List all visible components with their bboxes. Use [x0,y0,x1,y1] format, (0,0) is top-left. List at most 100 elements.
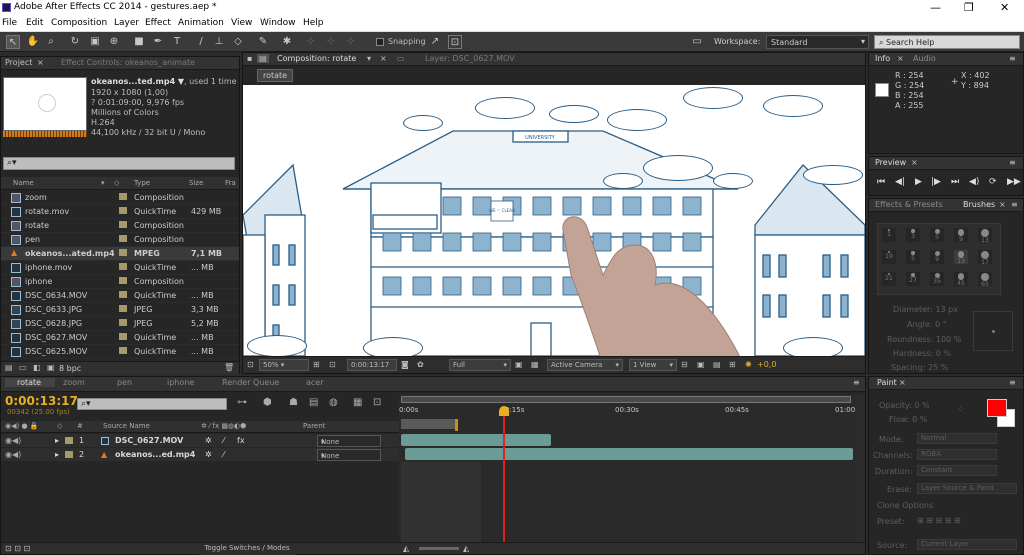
exposure-icon[interactable]: ✺ [745,360,752,369]
panel-menu-icon[interactable]: ≡ [1009,378,1016,387]
brush-tip[interactable]: 45 [954,272,968,287]
brush-tip[interactable]: 1 [882,228,896,242]
paint-erase-dropdown[interactable]: Layer Source & Paint [917,483,1017,494]
axis-world-icon[interactable]: ⊹ [324,35,338,49]
resolution-dropdown[interactable]: Full ▾ [449,359,511,371]
visibility-icon[interactable]: ◉◀) [5,450,21,459]
quality-switch-icon[interactable]: ⁄ [223,450,224,459]
label-color-swatch[interactable] [119,221,127,228]
brush-tip[interactable]: 3 [906,228,920,242]
new-comp-icon[interactable]: ◧ [33,363,41,372]
current-time-indicator[interactable] [503,408,505,544]
visibility-icon[interactable]: ◉◀) [5,436,21,445]
zoom-out-icon[interactable]: ◭ [403,544,409,553]
brush-tip[interactable]: 21 [882,272,896,286]
brush-tip[interactable]: 13 [978,228,992,244]
close-icon[interactable]: × [999,200,1006,209]
menu-layer[interactable]: Layer [114,18,139,28]
search-help-input[interactable]: ⌕ Search Help [874,35,1020,49]
trash-icon[interactable]: 🗑 [224,363,234,372]
snap-options-icon[interactable]: ↗ [428,35,442,49]
label-color-swatch[interactable] [119,333,127,340]
project-item-row[interactable]: DSC_0633.JPG JPEG 3,3 MB [1,303,239,317]
camera-view-dropdown[interactable]: Active Camera ▾ [547,359,623,371]
mute-audio-icon[interactable]: ◀) [969,177,979,187]
project-item-row[interactable]: rotate.mov QuickTime 429 MB [1,205,239,219]
project-search-input[interactable]: ⌕▾ [3,157,235,170]
current-time-display[interactable]: 0:00:13:17 [347,359,397,371]
expand-arrow-icon[interactable]: ▸ [55,450,59,459]
playhead-handle[interactable] [499,406,509,416]
project-item-row[interactable]: zoom Composition [1,191,239,205]
tab-info[interactable]: Info [875,54,890,63]
last-frame-icon[interactable]: ⏭ [951,177,959,187]
workspace-dropdown[interactable]: Standard ▾ [766,35,869,49]
snap-edges-icon[interactable]: ⊡ [448,35,462,49]
fast-previews-icon[interactable]: ▣ [697,360,705,369]
tab-acer[interactable]: acer [306,378,324,387]
axis-view-icon[interactable]: ⊹ [344,35,358,49]
menu-composition[interactable]: Composition [51,18,107,28]
tab-effects-presets[interactable]: Effects & Presets [875,200,943,209]
label-color-swatch[interactable] [119,305,127,312]
collapse-switch-icon[interactable]: ✲ [205,436,212,445]
minimize-button[interactable]: — [930,1,941,14]
menu-help[interactable]: Help [303,18,324,28]
previous-frame-icon[interactable]: ◀| [895,177,905,187]
composition-viewer[interactable]: WE ♡ CLEAN UNIVERSITY [243,85,865,356]
project-item-row[interactable]: ▲ okeanos...ated.mp4 MPEG 7,1 MB [1,247,239,261]
tab-zoom[interactable]: zoom [63,378,85,387]
loop-icon[interactable]: ⟳ [989,177,997,187]
maximize-button[interactable]: ❐ [964,1,974,14]
tab-audio[interactable]: Audio [913,54,936,63]
eraser-tool-icon[interactable]: ◇ [231,35,245,49]
rotate-tool-icon[interactable]: ↻ [68,35,82,49]
zoom-slider[interactable] [419,547,459,550]
foreground-color-swatch-top[interactable] [987,399,1007,417]
parent-dropdown[interactable]: None ▾ [317,435,381,447]
expand-arrow-icon[interactable]: ▸ [55,436,59,445]
label-color-swatch[interactable] [65,437,73,444]
column-type[interactable]: Type [134,179,150,187]
tab-layer-dsc-0627[interactable]: Layer: DSC_0627.MOV [425,54,515,63]
new-folder-icon[interactable]: ▭ [19,363,27,372]
close-icon[interactable]: × [897,54,904,63]
collapse-switch-icon[interactable]: ✲ [205,450,212,459]
tab-effect-controls[interactable]: Effect Controls: okeanos_animate [61,58,195,67]
label-column-icon[interactable]: ◇ [114,179,119,187]
zoom-tool-icon[interactable]: ⌕ [44,35,58,49]
close-icon[interactable]: × [37,58,44,67]
project-item-row[interactable]: pen Composition [1,233,239,247]
panel-menu-icon[interactable]: ≡ [1011,200,1018,209]
project-item-row[interactable]: iphone Composition [1,275,239,289]
magnification-dropdown[interactable]: 50% ▾ [259,359,309,371]
timeline-scrollbar[interactable] [855,394,865,544]
pan-behind-tool-icon[interactable]: ⊕ [107,35,121,49]
column-size[interactable]: Size [189,179,203,187]
brush-tip[interactable]: 5 [930,228,944,242]
project-item-row[interactable]: DSC_0627.MOV QuickTime ... MB [1,331,239,345]
play-icon[interactable]: ▶ [915,177,922,187]
camera-tool-icon[interactable]: ▣ [88,35,102,49]
paint-mode-dropdown[interactable]: Normal [917,433,997,444]
layer-name[interactable]: DSC_0627.MOV [115,436,183,445]
exposure-value[interactable]: +0,0 [757,360,776,369]
tab-preview[interactable]: Preview [875,158,906,167]
clone-stamp-tool-icon[interactable]: ⊥ [212,35,226,49]
brush-tip[interactable]: 65 [978,272,992,288]
close-icon[interactable]: × [380,54,387,63]
color-depth-icon[interactable]: ▣ [47,363,55,372]
panel-menu-icon[interactable]: ≡ [853,378,860,387]
layer-row-1[interactable]: ◉◀) ▸ 1 DSC_0627.MOV ✲ ⁄ fx None ▾ [1,434,399,447]
source-dropdown[interactable]: Current Layer [917,539,1017,550]
composition-tab[interactable]: ▤ [257,54,269,63]
paint-channels-dropdown[interactable]: RGBA [917,449,997,460]
time-ruler[interactable]: 0:00s 0:15s 00:30s 00:45s 01:00 [399,406,855,418]
layer-2-duration-bar[interactable] [405,448,853,460]
shy-layers-icon[interactable]: ☗ [289,397,298,408]
av-features-icon[interactable]: ◉◀) ● 🔒 [5,422,39,430]
region-of-interest-icon[interactable]: ▣ [515,360,523,369]
menu-file[interactable]: File [2,18,17,28]
work-area-end-marker[interactable] [455,419,458,431]
hand-tool-icon[interactable]: ✋ [26,35,40,49]
